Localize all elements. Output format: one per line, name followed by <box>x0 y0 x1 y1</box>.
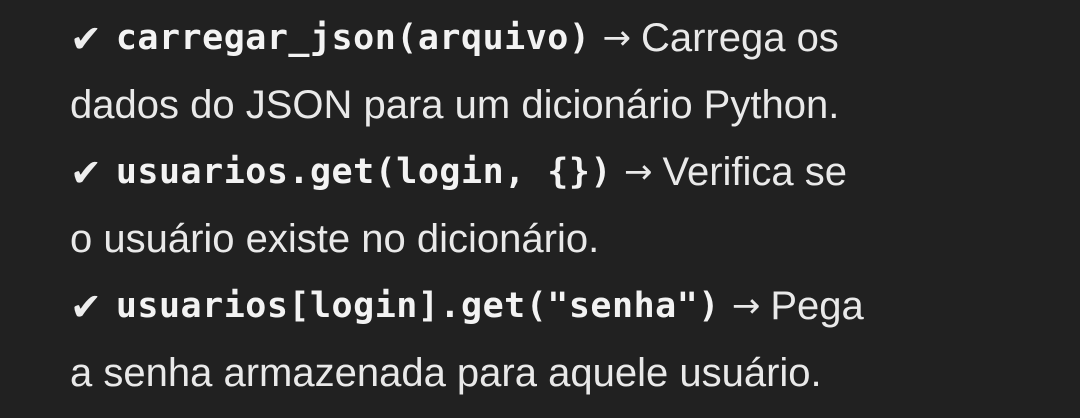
arrow-icon: → <box>602 18 631 58</box>
arrow-icon: → <box>624 152 653 192</box>
list-item-continuation: dados do JSON para um dicionário Python. <box>70 72 1070 139</box>
list-item-first-line: ✔ usuarios.get(login, {}) → Verifica se <box>70 139 1070 206</box>
list-item-continuation: o usuário existe no dicionário. <box>70 206 1070 273</box>
arrow-icon: → <box>731 286 761 326</box>
list-item-first-line: ✔ carregar_json(arquivo) → Carrega os <box>70 5 1070 72</box>
description-text: Pega <box>770 284 864 328</box>
description-text: a senha armazenada para aquele usuário. <box>70 351 822 395</box>
explanation-list: ✔ carregar_json(arquivo) → Carrega os da… <box>70 0 1070 407</box>
description-text: Carrega os <box>640 16 839 60</box>
inline-code: carregar_json(arquivo) <box>115 18 591 58</box>
list-item-continuation: a senha armazenada para aquele usuário. <box>70 340 1070 407</box>
inline-code: usuarios.get(login, {}) <box>115 152 612 192</box>
checkmark-icon: ✔ <box>70 151 102 195</box>
checkmark-icon: ✔ <box>70 285 102 329</box>
description-text: o usuário existe no dicionário. <box>70 217 600 261</box>
description-text: dados do JSON para um dicionário Python. <box>70 83 840 127</box>
description-text: Verifica se <box>662 150 848 194</box>
inline-code: usuarios[login].get("senha") <box>115 286 720 326</box>
checkmark-icon: ✔ <box>70 17 102 61</box>
list-item-first-line: ✔ usuarios[login].get("senha") → Pega <box>70 273 1070 340</box>
